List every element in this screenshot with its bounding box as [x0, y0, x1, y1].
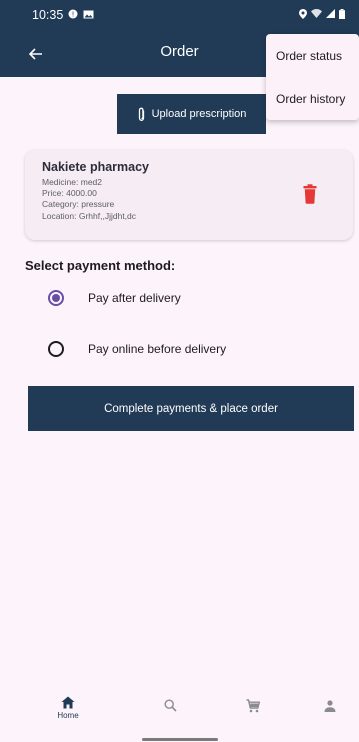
nav-home[interactable]: Home [48, 696, 88, 720]
nav-profile[interactable] [310, 700, 350, 712]
trash-icon [303, 184, 317, 204]
person-icon [324, 700, 336, 712]
pharmacy-name: Nakiete pharmacy [42, 160, 150, 174]
location-text: Location: Grhhf,,Jjjdht,dc [42, 210, 137, 221]
status-right [299, 8, 345, 22]
cart-icon [246, 699, 260, 713]
payment-option-online[interactable]: Pay online before delivery [48, 341, 226, 357]
wifi-icon [311, 9, 322, 21]
radio-online[interactable] [48, 341, 64, 357]
gallery-icon [83, 8, 94, 22]
location-icon [299, 8, 307, 22]
menu-item-order-history[interactable]: Order history [266, 77, 359, 120]
order-item-card: Nakiete pharmacy Medicine: med2 Price: 4… [25, 150, 353, 240]
menu-item-order-status[interactable]: Order status [266, 34, 359, 77]
status-bar: 10:35 ! [0, 0, 359, 30]
nav-home-label: Home [57, 711, 79, 720]
delete-item-button[interactable] [302, 184, 318, 204]
overflow-menu: Order status Order history [266, 34, 359, 120]
nav-search[interactable] [150, 699, 190, 712]
upload-prescription-button[interactable]: Upload prescription [117, 94, 266, 134]
svg-text:!: ! [72, 11, 75, 19]
home-icon [61, 696, 75, 709]
battery-icon [339, 8, 345, 22]
search-icon [163, 699, 177, 712]
status-time: 10:35 [32, 8, 64, 22]
signal-icon [326, 9, 335, 21]
place-order-button[interactable]: Complete payments & place order [28, 386, 354, 431]
upload-prescription-label: Upload prescription [151, 108, 247, 120]
home-indicator[interactable] [142, 738, 218, 741]
nav-cart[interactable] [233, 699, 273, 713]
notification-icon: ! [68, 8, 78, 22]
paperclip-icon [138, 107, 144, 121]
payment-option-label: Pay online before delivery [88, 342, 227, 356]
bottom-nav: Home [0, 686, 359, 742]
radio-after-delivery[interactable] [48, 290, 64, 306]
payment-section-title: Select payment method: [25, 258, 176, 273]
payment-option-after-delivery[interactable]: Pay after delivery [48, 290, 181, 306]
status-left: 10:35 ! [32, 8, 94, 22]
payment-option-label: Pay after delivery [88, 291, 181, 305]
